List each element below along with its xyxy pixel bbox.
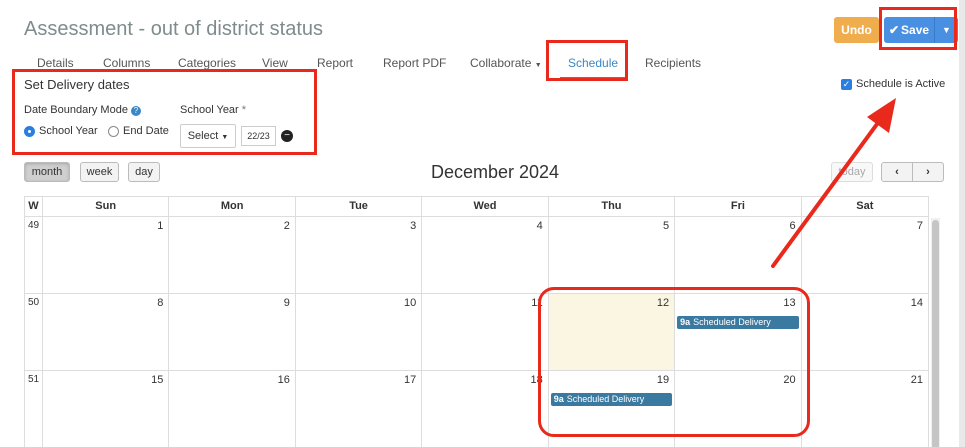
annotation-arrow-icon	[771, 98, 896, 268]
